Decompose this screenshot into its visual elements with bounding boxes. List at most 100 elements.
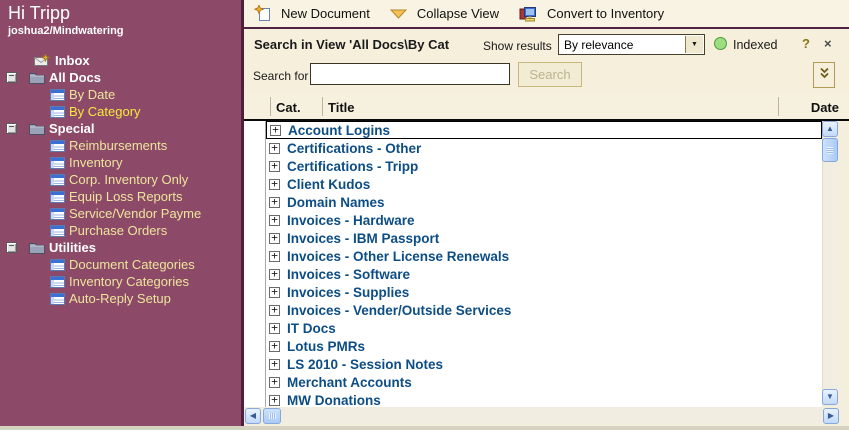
sidebar-item-inventory-categories[interactable]: Inventory Categories [0,273,241,290]
collapse-view-button[interactable]: Collapse View [390,6,499,21]
horizontal-scrollbar[interactable]: ◀ ▶ [244,407,840,425]
close-search-button[interactable]: × [824,36,832,51]
sidebar-item-inbox[interactable]: Inbox [0,52,241,69]
expand-plus-icon[interactable]: + [269,323,280,334]
expand-plus-icon[interactable]: + [269,197,280,208]
category-title: Certifications - Tripp [287,159,418,174]
category-title: MW Donations [287,393,381,408]
convert-to-inventory-label: Convert to Inventory [547,6,664,21]
action-toolbar: New Document Collapse View Convert to In… [244,0,849,29]
category-row[interactable]: + Merchant Accounts [266,373,822,391]
expand-plus-icon[interactable]: + [269,341,280,352]
category-row[interactable]: +Invoices - Other License Renewals [266,247,822,265]
search-input[interactable] [310,63,510,85]
sidebar-item-purchase-orders[interactable]: Purchase Orders [0,222,241,239]
category-row[interactable]: + Certifications - Other [266,139,822,157]
expand-plus-icon[interactable]: + [269,161,280,172]
view-icon [50,140,65,152]
view-icon [50,174,65,186]
expand-plus-icon[interactable]: + [270,125,281,136]
sidebar-item-by-date[interactable]: By Date [0,86,241,103]
category-row[interactable]: + Invoices - Hardware [266,211,822,229]
new-document-icon [254,5,271,22]
sidebar-item-special[interactable]: −Special [0,120,241,137]
collapse-view-label: Collapse View [417,6,499,21]
category-title: IT Docs [287,321,336,336]
search-button[interactable]: Search [518,62,582,87]
sort-results-dropdown[interactable]: By relevance ▼ [558,34,705,55]
sidebar-item-utilities[interactable]: − Utilities [0,239,241,256]
category-title: Invoices - IBM Passport [287,231,439,246]
sidebar-item-all-docs[interactable]: − All Docs [0,69,241,86]
more-options-button[interactable] [813,62,835,88]
category-row[interactable]: +Invoices - Supplies [266,283,822,301]
convert-to-inventory-button[interactable]: Convert to Inventory [519,6,664,22]
scroll-right-button[interactable]: ▶ [823,408,839,424]
sidebar-item-service-vendor-payme[interactable]: Service/Vendor Payme [0,205,241,222]
category-row[interactable]: +Domain Names [266,193,822,211]
category-row[interactable]: + Certifications - Tripp [266,157,822,175]
collapse-expander-icon[interactable]: − [6,242,17,253]
expand-plus-icon[interactable]: + [269,269,280,280]
sidebar-item-document-categories[interactable]: Document Categories [0,256,241,273]
help-button[interactable]: ? [802,36,810,51]
sidebar-item-label: All Docs [49,70,101,85]
column-header-title: Title [328,100,355,115]
category-title: Certifications - Other [287,141,421,156]
table-header: Cat. Title Date [244,94,849,121]
category-title: Merchant Accounts [287,375,412,390]
vertical-scroll-thumb[interactable] [822,138,838,162]
sidebar-item-by-category[interactable]: By Category [0,103,241,120]
category-row[interactable]: + MW Donations [266,391,822,407]
sidebar-item-label: Auto-Reply Setup [69,291,171,306]
horizontal-scroll-thumb[interactable] [263,408,281,424]
chevron-right-icon: ▶ [828,412,834,420]
vertical-scrollbar[interactable]: ▲ ▼ [822,121,839,405]
sidebar-item-label: Purchase Orders [69,223,167,238]
sidebar-item-auto-reply-setup[interactable]: Auto-Reply Setup [0,290,241,307]
category-row[interactable]: +Invoices - Vender/Outside Services [266,301,822,319]
category-title: Lotus PMRs [287,339,365,354]
view-icon [50,208,65,220]
collapse-expander-icon[interactable]: − [6,123,17,134]
sidebar-item-label: Inventory [69,155,122,170]
category-row[interactable]: +Account Logins [266,121,822,139]
chevron-left-icon: ◀ [250,412,256,420]
expand-plus-icon[interactable]: + [269,395,280,406]
category-row[interactable]: + Lotus PMRs [266,337,822,355]
expand-plus-icon[interactable]: + [269,305,280,316]
sidebar-item-inventory[interactable]: Inventory [0,154,241,171]
view-icon [50,89,65,101]
scroll-up-button[interactable]: ▲ [822,121,838,137]
collapse-expander-icon[interactable]: − [6,72,17,83]
chevron-down-icon[interactable]: ▼ [685,36,703,53]
sidebar-item-equip-loss-reports[interactable]: Equip Loss Reports [0,188,241,205]
category-row[interactable]: + LS 2010 - Session Notes [266,355,822,373]
scroll-down-button[interactable]: ▼ [822,389,838,405]
scroll-left-button[interactable]: ◀ [245,408,261,424]
sidebar-item-reimbursements[interactable]: Reimbursements [0,137,241,154]
category-row[interactable]: +Client Kudos [266,175,822,193]
sidebar-item-corp-inventory-only[interactable]: Corp. Inventory Only [0,171,241,188]
column-header-cat: Cat. [276,100,301,115]
expand-plus-icon[interactable]: + [269,179,280,190]
view-icon [50,259,65,271]
column-separator [322,97,323,116]
expand-plus-icon[interactable]: + [269,377,280,388]
expand-plus-icon[interactable]: + [269,251,280,262]
user-greeting: Hi Tripp [8,3,70,24]
category-row[interactable]: + Invoices - IBM Passport [266,229,822,247]
category-row[interactable]: +Invoices - Software [266,265,822,283]
sidebar-item-label: Service/Vendor Payme [69,206,201,221]
category-title: LS 2010 - Session Notes [287,357,443,372]
category-title: Invoices - Hardware [287,213,415,228]
expand-plus-icon[interactable]: + [269,143,280,154]
sidebar-item-label: Utilities [49,240,96,255]
view-icon [50,191,65,203]
category-row[interactable]: + IT Docs [266,319,822,337]
expand-plus-icon[interactable]: + [269,359,280,370]
expand-plus-icon[interactable]: + [269,215,280,226]
new-document-button[interactable]: New Document [254,5,370,22]
expand-plus-icon[interactable]: + [269,233,280,244]
expand-plus-icon[interactable]: + [269,287,280,298]
